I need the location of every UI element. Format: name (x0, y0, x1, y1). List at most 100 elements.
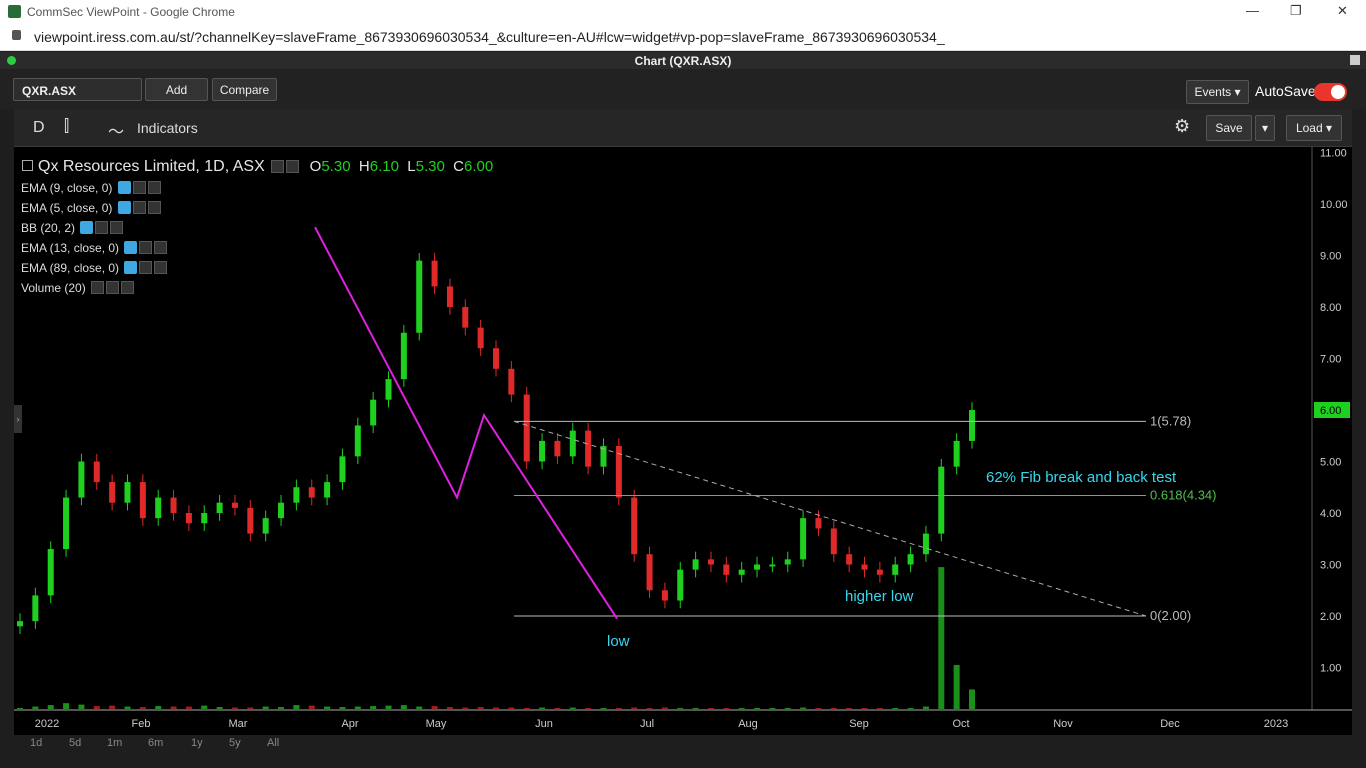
volume-bar (324, 706, 331, 709)
candle-body (339, 456, 346, 483)
price-tick-label: 3.00 (1320, 560, 1341, 572)
url-text[interactable]: viewpoint.iress.com.au/st/?channelKey=sl… (34, 29, 945, 45)
settings-icon[interactable] (132, 201, 146, 214)
volume-bar (907, 708, 914, 709)
eye-icon[interactable] (117, 201, 131, 214)
volume-bar (32, 706, 39, 709)
volume-bar (93, 706, 100, 709)
range-1y[interactable]: 1y (191, 737, 203, 749)
candle-body (738, 569, 745, 575)
volume-bar (293, 705, 300, 709)
collapse-icon[interactable] (22, 160, 33, 171)
candle-body (185, 513, 192, 524)
candle-body (431, 260, 438, 287)
legend-eye-icon[interactable] (271, 160, 285, 173)
range-5y[interactable]: 5y (229, 737, 241, 749)
indicator-ema-13[interactable]: EMA (13, close, 0) (21, 241, 168, 255)
volume-bar (354, 706, 361, 709)
close-icon[interactable] (121, 281, 135, 294)
candle-body (324, 482, 331, 498)
volume-bar (846, 708, 853, 709)
volume-bar (308, 705, 315, 709)
add-button[interactable]: Add (145, 78, 208, 101)
minimize-icon[interactable]: — (1246, 3, 1259, 18)
panel-close-icon[interactable] (1350, 55, 1360, 65)
settings-icon[interactable] (139, 261, 153, 274)
zigzag-trend (314, 226, 618, 620)
close-icon[interactable]: ✕ (1337, 3, 1348, 19)
time-tick-label: 2023 (1264, 718, 1288, 730)
events-dropdown[interactable]: Events ▾ (1186, 80, 1249, 104)
settings-icon[interactable] (106, 281, 120, 294)
period-button[interactable]: D (33, 119, 45, 137)
save-menu-chevron-icon[interactable]: ▾ (1255, 115, 1275, 141)
fib-level-label: 0.618(4.34) (1150, 487, 1217, 502)
eye-icon[interactable] (91, 281, 105, 294)
time-tick-label: 2022 (35, 718, 59, 730)
close-icon[interactable] (110, 221, 124, 234)
volume-bar (692, 708, 699, 709)
price-chart[interactable]: 11.00 10.00 9.00 8.00 7.00 6.00 5.00 4.00 3.00 2.… (14, 147, 1352, 735)
time-tick-label: Apr (341, 718, 358, 730)
volume-bar (370, 706, 377, 709)
eye-icon[interactable] (124, 261, 138, 274)
volume-bar (754, 708, 761, 709)
range-1m[interactable]: 1m (107, 737, 122, 749)
compare-button[interactable]: Compare (212, 78, 277, 101)
autosave-toggle[interactable] (1314, 83, 1347, 101)
volume-bar (446, 707, 453, 709)
price-tick-label: 10.00 (1320, 199, 1348, 211)
save-button[interactable]: Save (1206, 115, 1252, 141)
fib-level-label: 0(2.00) (1150, 608, 1191, 623)
range-6m[interactable]: 6m (148, 737, 163, 749)
indicator-ema-9[interactable]: EMA (9, close, 0) (21, 181, 161, 195)
address-bar[interactable]: viewpoint.iress.com.au/st/?channelKey=sl… (0, 24, 1366, 51)
gear-icon[interactable]: ⚙ (1174, 116, 1190, 137)
indicators-button[interactable]: Indicators (137, 120, 198, 136)
candle-body (585, 430, 592, 467)
candle-body (17, 621, 23, 627)
price-tick-label: 4.00 (1320, 508, 1341, 520)
chart-area[interactable]: 11.00 10.00 9.00 8.00 7.00 6.00 5.00 4.00 3.00 2.… (14, 147, 1352, 735)
settings-icon[interactable] (132, 181, 146, 194)
volume-bar (784, 708, 791, 709)
time-tick-label: Jun (535, 718, 553, 730)
indicator-bb[interactable]: BB (20, 2) (21, 221, 124, 235)
symbol-input[interactable]: QXR.ASX (13, 78, 142, 101)
volume-bar (477, 707, 484, 709)
indicator-ema-89[interactable]: EMA (89, close, 0) (21, 261, 168, 275)
close-icon[interactable] (154, 261, 168, 274)
volume-bar (677, 708, 684, 709)
close-icon[interactable] (147, 201, 161, 214)
lock-icon (12, 30, 21, 40)
range-1d[interactable]: 1d (30, 737, 42, 749)
expand-left-icon[interactable]: › (14, 405, 22, 433)
volume-bar (17, 708, 23, 709)
volume-bar (78, 704, 85, 709)
candle-body (922, 533, 929, 555)
eye-icon[interactable] (117, 181, 131, 194)
restore-icon[interactable]: ❐ (1290, 3, 1302, 19)
load-dropdown[interactable]: Load ▾ (1286, 115, 1342, 141)
close-icon[interactable] (147, 181, 161, 194)
price-tick-label: 1.00 (1320, 663, 1341, 675)
higher-low-annotation: higher low (845, 588, 914, 605)
indicator-volume[interactable]: Volume (20) (21, 281, 135, 295)
settings-icon[interactable] (95, 221, 109, 234)
indicator-ema-5[interactable]: EMA (5, close, 0) (21, 201, 161, 215)
candle-body (631, 497, 638, 555)
range-all[interactable]: All (267, 737, 279, 749)
candle-type-icon[interactable]: ⫿ (64, 118, 69, 136)
price-tick-label: 8.00 (1320, 302, 1341, 314)
range-5d[interactable]: 5d (69, 737, 81, 749)
eye-icon[interactable] (80, 221, 94, 234)
indicator-label: BB (20, 2) (21, 221, 76, 235)
price-tick-label: 11.00 (1320, 148, 1347, 160)
legend-gear-icon[interactable] (286, 160, 300, 173)
close-icon[interactable] (154, 241, 168, 254)
indicators-icon[interactable]: 〜 (108, 118, 124, 142)
settings-icon[interactable] (139, 241, 153, 254)
volume-bar (47, 705, 54, 709)
eye-icon[interactable] (124, 241, 138, 254)
price-tick-label: 7.00 (1320, 354, 1341, 366)
